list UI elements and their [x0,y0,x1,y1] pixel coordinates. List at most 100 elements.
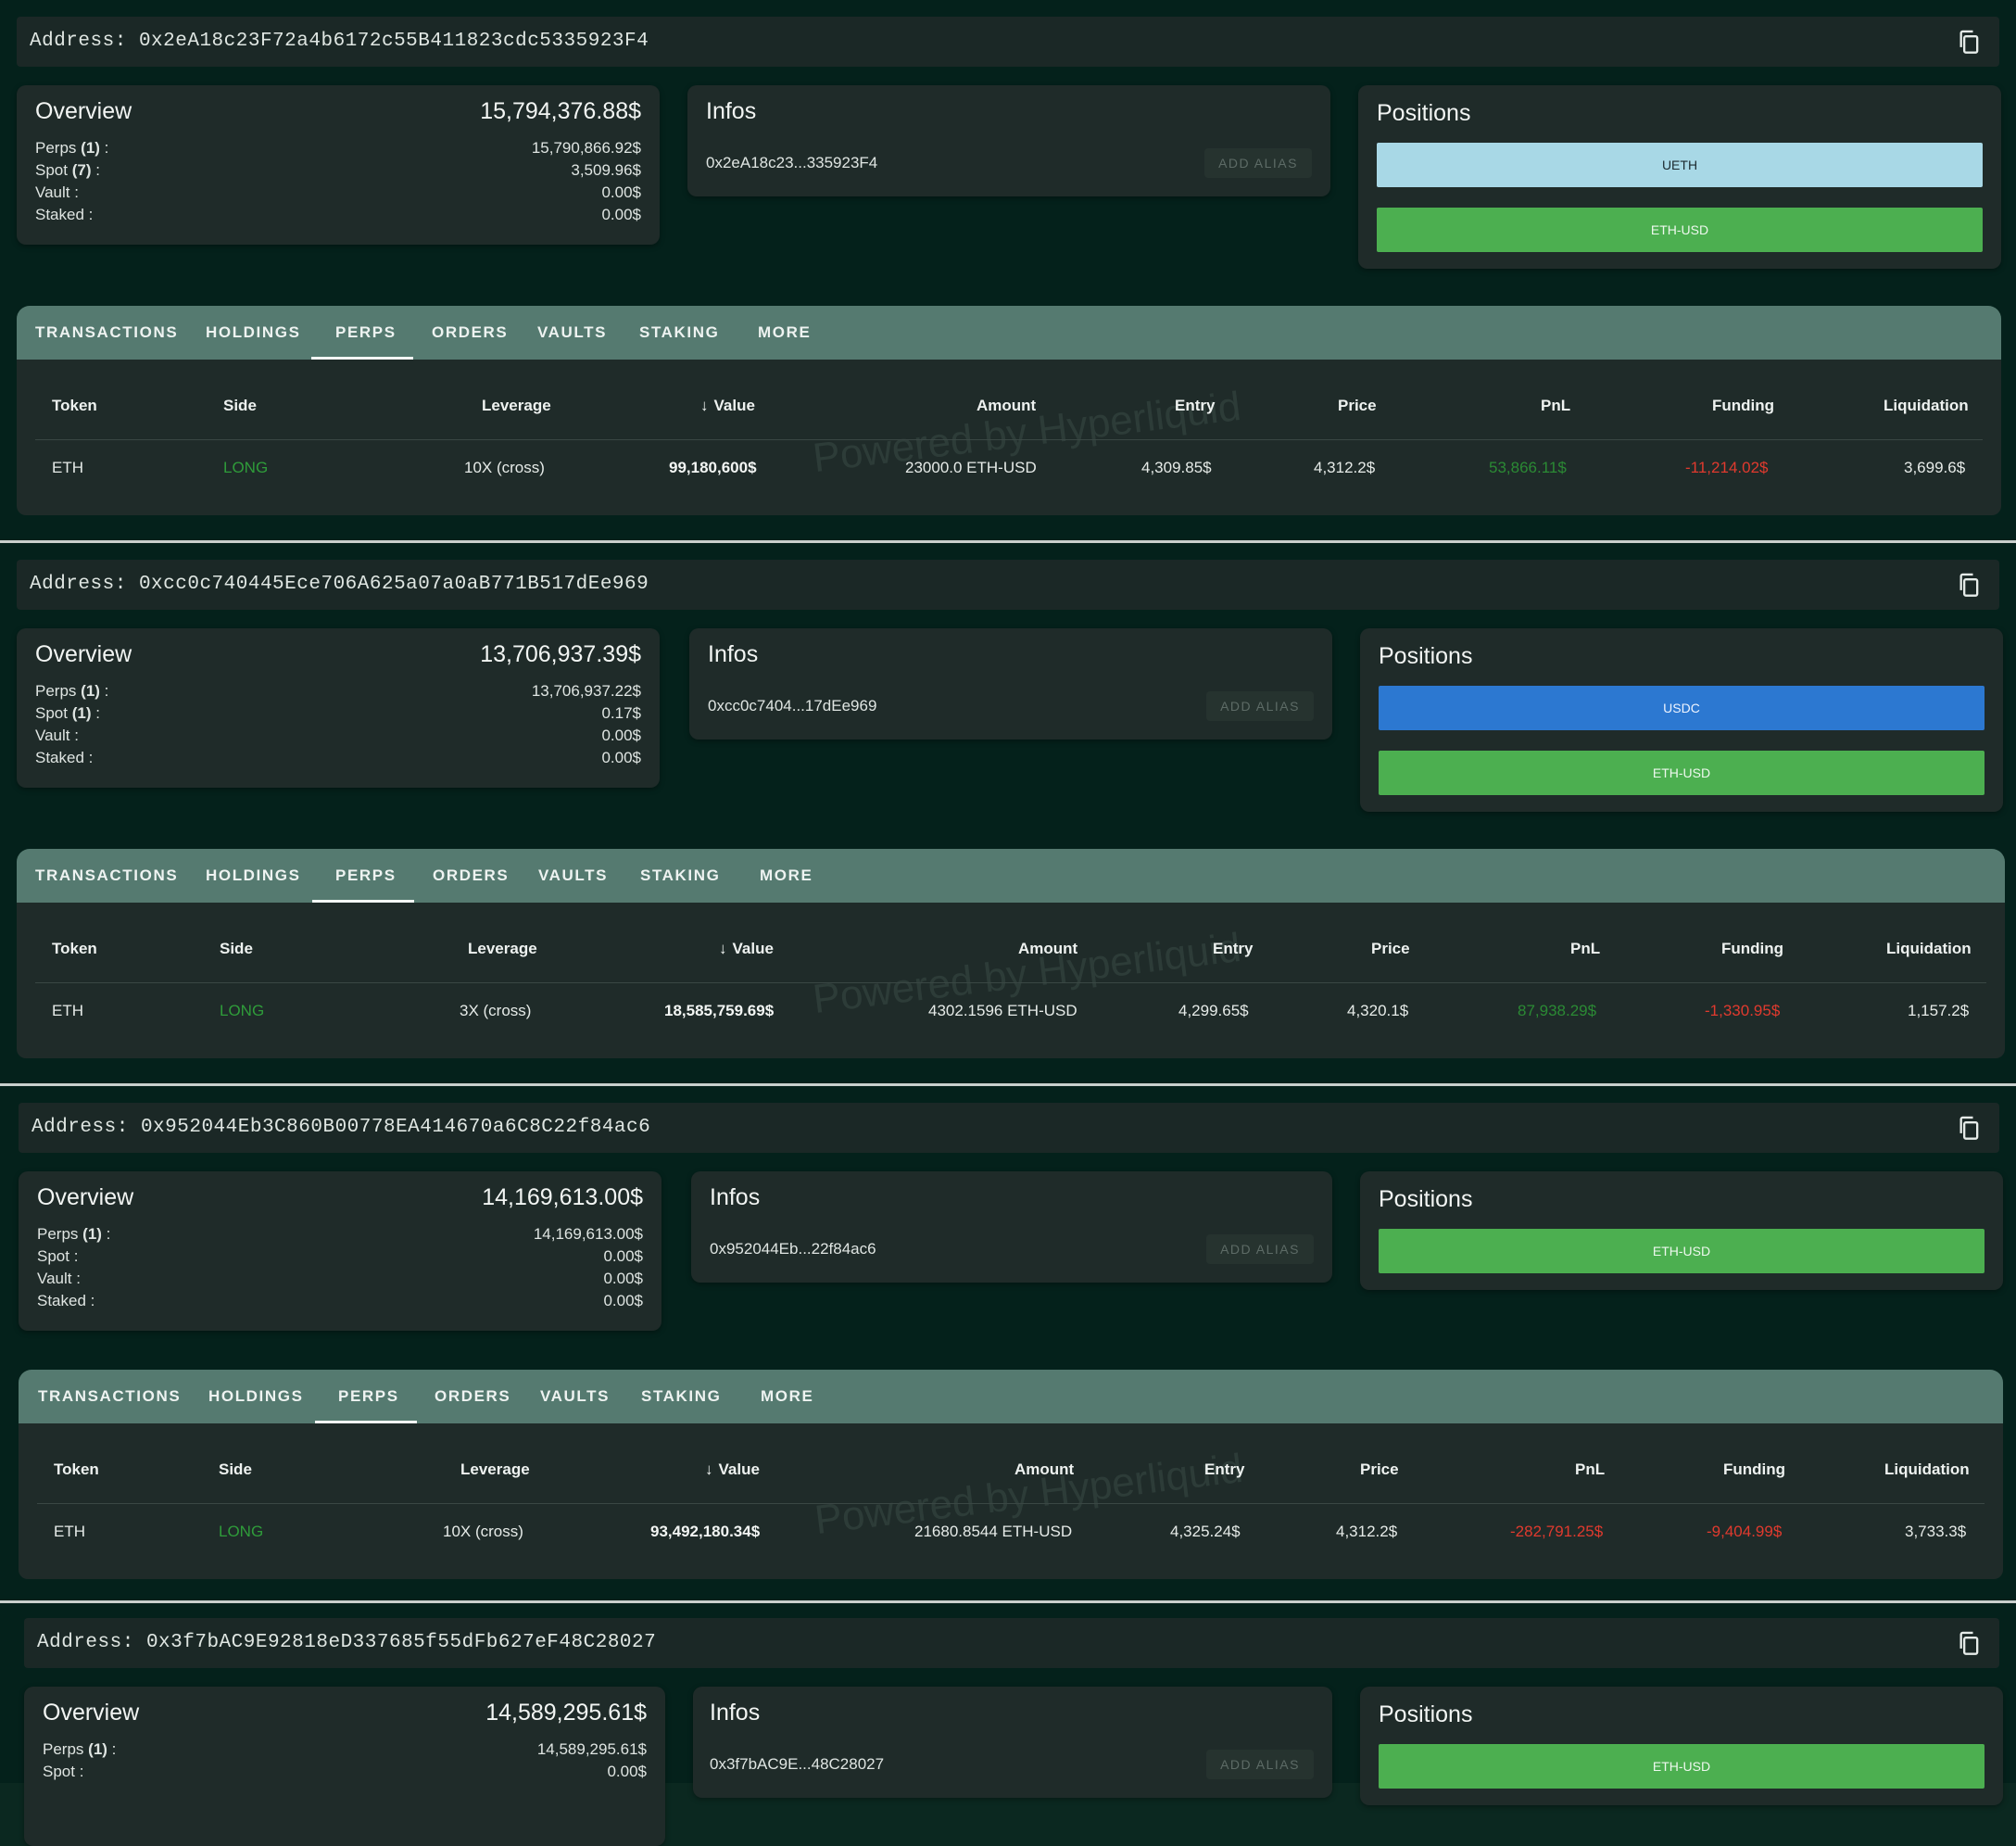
copy-icon[interactable] [1957,572,1983,598]
col-token: Token [54,1460,99,1478]
perps-row: Perps (1) :13,706,937.22$ [35,682,641,700]
tab-holdings[interactable]: HOLDINGS [208,1370,304,1423]
col-value[interactable]: ↓ Value [719,940,774,958]
tab-staking[interactable]: STAKING [641,1370,721,1423]
tab-staking[interactable]: STAKING [639,306,719,360]
copy-icon[interactable] [1957,1630,1983,1656]
col-liquidation: Liquidation [1886,940,1972,957]
position-eth-usd-button[interactable]: ETH-USD [1379,1229,1984,1273]
tab-more[interactable]: MORE [760,849,813,903]
positions-card: Positions UETH ETH-USD [1358,85,2001,269]
position-usdc-button[interactable]: USDC [1379,686,1984,730]
positions-card: Positions ETH-USD [1360,1687,2003,1805]
cell-liquidation: 1,157.2$ [1908,1002,1970,1019]
cell-side: LONG [219,1523,264,1540]
short-address: 0x2eA18c23...335923F4 [706,154,878,171]
cell-leverage: 3X (cross) [460,1002,532,1019]
positions-title: Positions [1377,100,1471,126]
add-alias-button[interactable]: ADD ALIAS [1204,148,1312,178]
short-address: 0x3f7bAC9E...48C28027 [710,1755,885,1773]
staked-row: Staked :0.00$ [35,206,641,223]
tab-transactions[interactable]: TRANSACTIONS [35,306,178,360]
tab-vaults[interactable]: VAULTS [540,1370,610,1423]
tab-orders[interactable]: ORDERS [432,306,508,360]
cell-funding: -1,330.95$ [1705,1002,1781,1019]
perps-table: Powered by Hyperliquid Token Side Levera… [17,903,2005,1058]
position-eth-usd-button[interactable]: ETH-USD [1379,751,1984,795]
cell-liquidation: 3,699.6$ [1904,459,1966,476]
wallet-panel: Address: 0xcc0c740445Ece706A625a07a0aB77… [0,543,2016,1086]
tab-staking[interactable]: STAKING [640,849,720,903]
short-address: 0xcc0c7404...17dEe969 [708,697,877,714]
overview-card: Overview 13,706,937.39$ Perps (1) :13,70… [17,628,660,788]
col-pnl: PnL [1541,397,1571,414]
cell-price: 4,320.1$ [1347,1002,1409,1019]
add-alias-button[interactable]: ADD ALIAS [1206,1234,1314,1264]
position-ueth-button[interactable]: UETH [1377,143,1983,187]
col-value[interactable]: ↓ Value [700,397,755,415]
copy-icon[interactable] [1957,29,1983,55]
tab-holdings[interactable]: HOLDINGS [206,849,301,903]
overview-card: Overview 15,794,376.88$ Perps (1) :15,79… [17,85,660,245]
tab-perps[interactable]: PERPS [335,849,397,903]
col-amount: Amount [1018,940,1078,957]
positions-title: Positions [1379,1186,1473,1212]
col-leverage: Leverage [460,1460,530,1478]
header-divider [35,439,1983,440]
tab-more[interactable]: MORE [758,306,811,360]
tab-perps[interactable]: PERPS [335,306,397,360]
col-token: Token [52,940,97,957]
tab-transactions[interactable]: TRANSACTIONS [38,1370,181,1423]
copy-icon[interactable] [1957,1115,1983,1141]
sort-arrow-down-icon: ↓ [719,940,727,957]
perps-table: Powered by Hyperliquid Token Side Levera… [19,1423,2003,1579]
address-bar: Address: 0x952044Eb3C860B00778EA414670a6… [19,1103,1999,1153]
wallet-panel: Address: 0x2eA18c23F72a4b6172c55B411823c… [0,0,2016,543]
address-bar: Address: 0x2eA18c23F72a4b6172c55B411823c… [17,17,1999,67]
col-liquidation: Liquidation [1884,397,1969,414]
col-pnl: PnL [1575,1460,1606,1478]
header-divider [35,982,1986,983]
tab-transactions[interactable]: TRANSACTIONS [35,849,178,903]
tab-more[interactable]: MORE [761,1370,813,1423]
address-text: Address: 0xcc0c740445Ece706A625a07a0aB77… [30,574,649,595]
col-side: Side [219,1460,252,1478]
address-bar: Address: 0x3f7bAC9E92818eD337685f55dFb62… [24,1618,1999,1668]
address-bar: Address: 0xcc0c740445Ece706A625a07a0aB77… [17,560,1999,610]
staked-row: Staked :0.00$ [35,749,641,766]
col-entry: Entry [1204,1460,1245,1478]
col-value[interactable]: ↓ Value [705,1460,760,1479]
tab-holdings[interactable]: HOLDINGS [206,306,301,360]
cell-entry: 4,299.65$ [1178,1002,1249,1019]
overview-total: 13,706,937.39$ [480,641,641,667]
cell-entry: 4,325.24$ [1170,1523,1241,1540]
tab-bar: TRANSACTIONS HOLDINGS PERPS ORDERS VAULT… [17,306,2001,360]
cell-token: ETH [54,1523,85,1540]
col-entry: Entry [1175,397,1216,414]
tab-orders[interactable]: ORDERS [433,849,509,903]
tab-orders[interactable]: ORDERS [435,1370,510,1423]
cell-entry: 4,309.85$ [1141,459,1212,476]
infos-title: Infos [710,1700,761,1726]
wallet-panel: Address: 0x3f7bAC9E92818eD337685f55dFb62… [0,1603,2016,1846]
wallet-address: 0x3f7bAC9E92818eD337685f55dFb627eF48C280… [145,1632,657,1653]
add-alias-button[interactable]: ADD ALIAS [1206,1750,1314,1779]
spot-row: Spot :0.00$ [37,1247,643,1265]
position-eth-usd-button[interactable]: ETH-USD [1379,1744,1984,1789]
header-divider [37,1503,1984,1504]
tab-vaults[interactable]: VAULTS [537,306,607,360]
tab-perps[interactable]: PERPS [338,1370,399,1423]
position-eth-usd-button[interactable]: ETH-USD [1377,208,1983,252]
sort-arrow-down-icon: ↓ [700,397,709,414]
infos-title: Infos [706,98,757,124]
col-liquidation: Liquidation [1884,1460,1970,1478]
col-funding: Funding [1721,940,1784,957]
add-alias-button[interactable]: ADD ALIAS [1206,691,1314,721]
cell-price: 4,312.2$ [1336,1523,1398,1540]
short-address: 0x952044Eb...22f84ac6 [710,1240,876,1258]
positions-title: Positions [1379,1701,1473,1727]
cell-side: LONG [223,459,269,476]
tab-vaults[interactable]: VAULTS [538,849,608,903]
cell-funding: -11,214.02$ [1685,459,1769,476]
col-price: Price [1371,940,1410,957]
